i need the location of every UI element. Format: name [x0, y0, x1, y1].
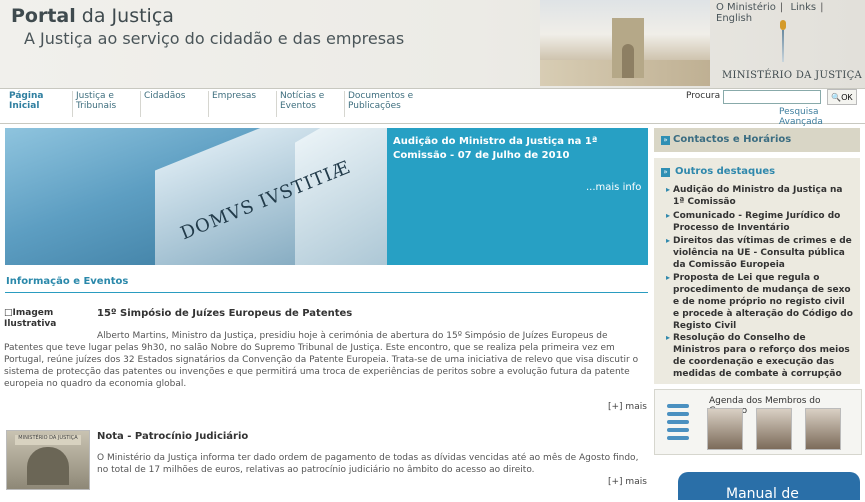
- search-label: Procura: [686, 91, 721, 101]
- site-title[interactable]: Portal da Justiça: [11, 5, 174, 27]
- news-title[interactable]: Nota - Patrocínio Judiciário: [97, 431, 248, 442]
- destaque-item[interactable]: Resolução do Conselho de Ministros para …: [666, 332, 853, 380]
- agenda-banner[interactable]: Agenda dos Membros do Governo: [654, 389, 862, 455]
- advanced-search-link[interactable]: Pesquisa Avançada: [779, 107, 865, 127]
- hero-headline[interactable]: Audição do Ministro da Justiça na 1ª Com…: [393, 135, 633, 163]
- destaque-item[interactable]: Proposta de Lei que regula o procediment…: [666, 272, 853, 332]
- top-links: O Ministério | Links | English: [716, 2, 824, 24]
- destaques-label: Outros destaques: [675, 166, 776, 177]
- hero-banner[interactable]: DOMVS IVSTITIÆ Audição do Ministro da Ju…: [5, 128, 648, 265]
- search-button[interactable]: 🔍OK: [827, 89, 857, 105]
- news-more-link[interactable]: [+] mais: [608, 477, 647, 487]
- hero-more-link[interactable]: ...mais info: [586, 182, 641, 193]
- page-header: Portal da Justiça A Justiça ao serviço d…: [0, 0, 865, 88]
- section-divider: [5, 292, 648, 293]
- news-title[interactable]: 15º Simpósio de Juízes Europeus de Paten…: [97, 308, 352, 319]
- search-input[interactable]: [723, 90, 821, 104]
- destaques-box: » Outros destaques Audição do Ministro d…: [654, 158, 860, 384]
- double-arrow-icon: »: [661, 168, 670, 177]
- nav-cidadaos[interactable]: Cidadãos: [140, 91, 199, 117]
- news-body: Alberto Martins, Ministro da Justiça, pr…: [4, 331, 639, 389]
- manual-banner[interactable]: Manual de: [678, 472, 860, 502]
- member-photo[interactable]: [756, 408, 792, 450]
- nav-noticias-eventos[interactable]: Notícias e Eventos: [276, 91, 335, 117]
- broken-image-icon: □: [4, 308, 13, 318]
- member-photo[interactable]: [707, 408, 743, 450]
- contacts-box[interactable]: » Contactos e Horários: [654, 128, 860, 152]
- news-image-sign: MINISTÉRIO DA JUSTIÇA: [15, 435, 81, 445]
- hero-image[interactable]: DOMVS IVSTITIÆ: [5, 128, 387, 265]
- header-photo: [540, 0, 710, 86]
- news-image[interactable]: MINISTÉRIO DA JUSTIÇA: [6, 430, 90, 490]
- section-title: Informação e Eventos: [6, 276, 129, 287]
- member-photo[interactable]: [805, 408, 841, 450]
- news-more-link[interactable]: [+] mais: [608, 402, 647, 412]
- destaque-item[interactable]: Audição do Ministro da Justiça na 1ª Com…: [666, 184, 853, 208]
- nav-justica-tribunais[interactable]: Justiça e Tribunais: [72, 91, 126, 117]
- site-subtitle: A Justiça ao serviço do cidadão e das em…: [24, 29, 405, 48]
- search-icon: 🔍: [831, 92, 842, 102]
- nav-empresas[interactable]: Empresas: [208, 91, 267, 117]
- nav-documentos-publicacoes[interactable]: Documentos e Publicações: [344, 91, 423, 117]
- link-links[interactable]: Links: [790, 2, 816, 13]
- ministry-emblem-icon: [780, 20, 786, 62]
- destaque-item[interactable]: Direitos das vítimas de crimes e de viol…: [666, 235, 853, 271]
- contacts-label[interactable]: Contactos e Horários: [673, 134, 791, 145]
- ministry-name[interactable]: MINISTÉRIO DA JUSTIÇA: [722, 70, 862, 81]
- double-arrow-icon: »: [661, 136, 670, 145]
- news-image-alt: □Imagem Ilustrativa: [4, 308, 57, 329]
- destaque-item[interactable]: Comunicado - Regime Jurídico do Processo…: [666, 210, 853, 234]
- link-english[interactable]: English: [716, 13, 752, 24]
- news-body: O Ministério da Justiça informa ter dado…: [97, 453, 639, 475]
- link-ministerio[interactable]: O Ministério: [716, 2, 776, 13]
- agenda-logo-icon: [667, 404, 689, 408]
- nav-pagina-inicial[interactable]: Página Inicial: [6, 91, 64, 117]
